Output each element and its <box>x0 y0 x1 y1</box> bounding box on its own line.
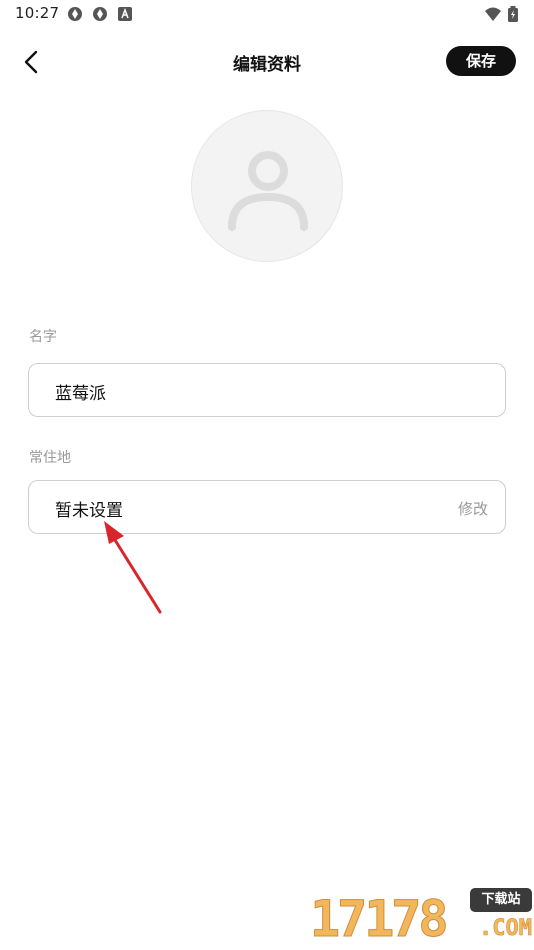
edit-residence-button[interactable]: 修改 <box>458 498 488 519</box>
avatar[interactable] <box>191 110 343 262</box>
residence-field[interactable]: 暂未设置 修改 <box>28 480 506 534</box>
battery-charging-icon <box>507 6 523 22</box>
watermark-logo: 17178 下载站 .COM <box>308 884 534 950</box>
sync-icon <box>67 6 83 22</box>
watermark-digits: 17178 <box>310 890 450 949</box>
status-bar: 10:27 <box>0 0 534 28</box>
residence-label: 常住地 <box>29 450 71 466</box>
name-label: 名字 <box>29 329 57 345</box>
residence-value: 暂未设置 <box>55 501 123 521</box>
watermark-badge: 下载站 <box>470 888 532 912</box>
save-button[interactable]: 保存 <box>446 46 516 76</box>
default-user-avatar-icon <box>228 151 308 231</box>
name-input[interactable]: 蓝莓派 <box>55 379 106 404</box>
wifi-icon <box>484 6 501 22</box>
name-field[interactable]: 蓝莓派 <box>28 363 506 417</box>
notification-a-icon <box>118 6 134 22</box>
header: 编辑资料 保存 <box>0 40 534 84</box>
watermark-suffix: .COM <box>479 916 533 942</box>
status-time: 10:27 <box>15 4 60 22</box>
sync-icon <box>92 6 108 22</box>
